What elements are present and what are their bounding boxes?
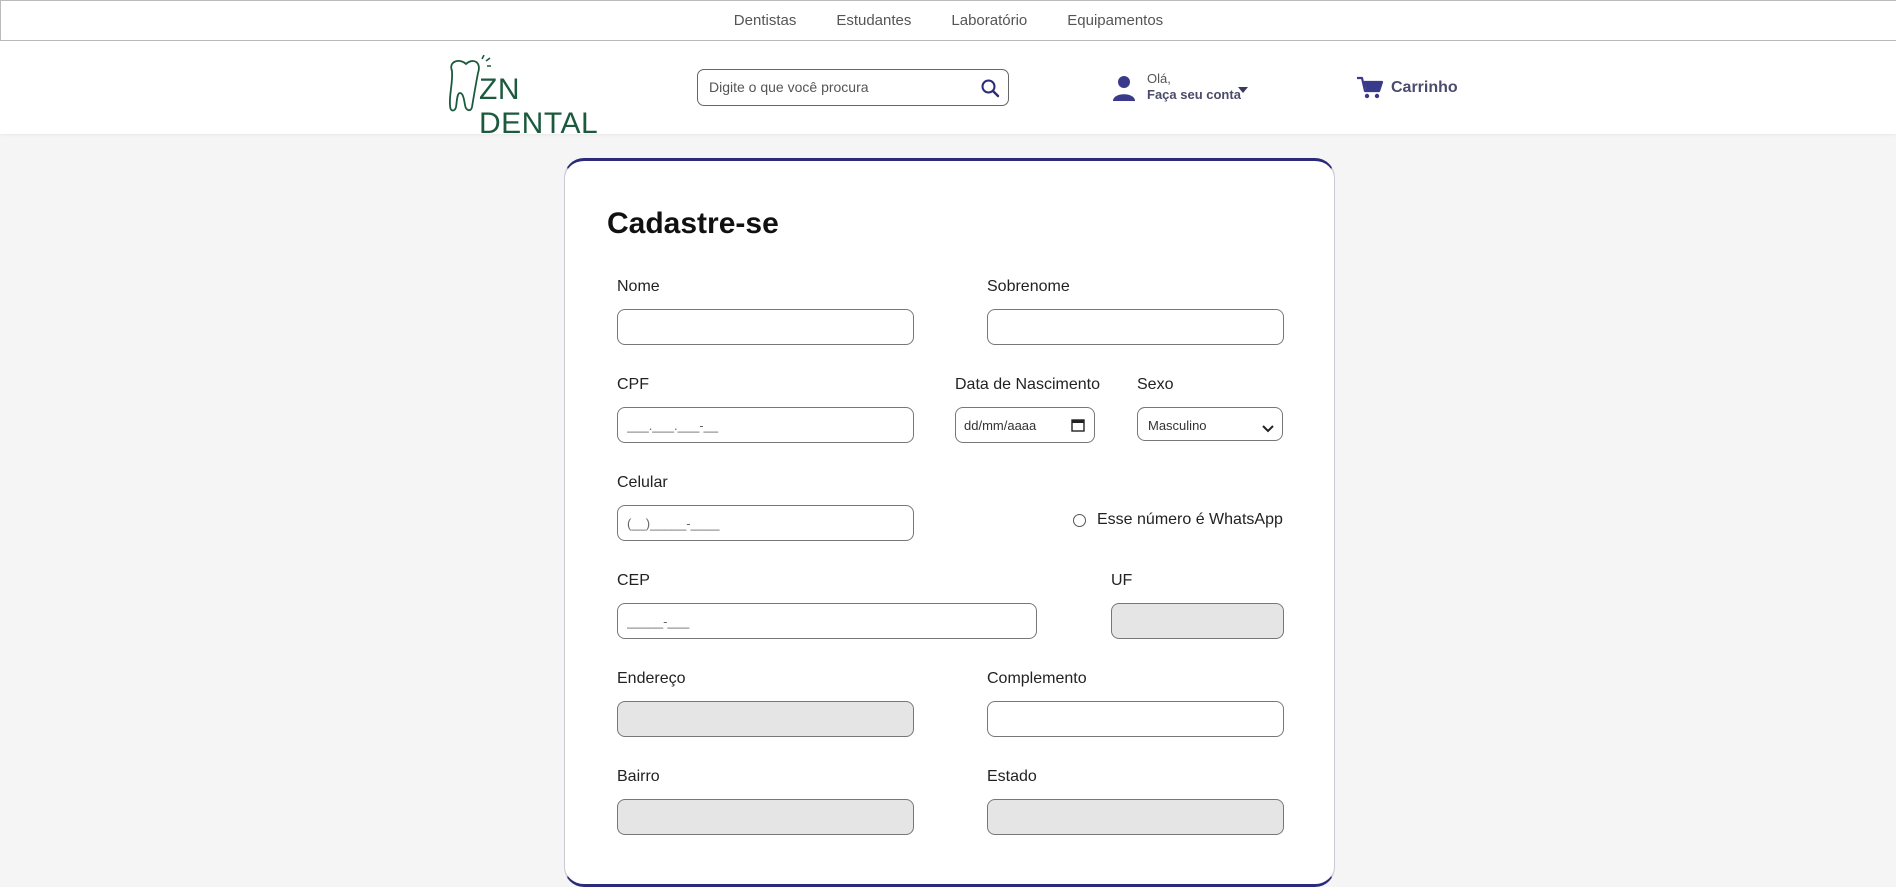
nascimento-label: Data de Nascimento: [955, 376, 1100, 393]
calendar-icon[interactable]: [1071, 418, 1085, 437]
signup-card: Cadastre-se Nome Sobrenome CPF Data de N…: [564, 158, 1335, 887]
sobrenome-label: Sobrenome: [987, 278, 1070, 295]
nome-field[interactable]: [617, 309, 914, 345]
cep-label: CEP: [617, 572, 650, 589]
bairro-field: [617, 799, 914, 835]
estado-field: [987, 799, 1284, 835]
sobrenome-field[interactable]: [987, 309, 1284, 345]
endereco-field: [617, 701, 914, 737]
sexo-value: Masculino: [1148, 418, 1207, 433]
chevron-down-icon: [1262, 420, 1274, 438]
uf-label: UF: [1111, 572, 1133, 589]
nascimento-placeholder: dd/mm/aaaa: [964, 418, 1037, 433]
nav-link-dentistas[interactable]: Dentistas: [734, 12, 797, 29]
search-box[interactable]: [697, 69, 1009, 106]
nav-link-estudantes[interactable]: Estudantes: [836, 12, 911, 29]
search-icon[interactable]: [980, 78, 1000, 103]
cpf-input[interactable]: [627, 418, 893, 433]
cep-input[interactable]: [627, 614, 1004, 629]
complemento-input[interactable]: [997, 712, 1263, 727]
uf-field: [1111, 603, 1284, 639]
complemento-label: Complemento: [987, 670, 1087, 687]
endereco-label: Endereço: [617, 670, 686, 687]
bairro-label: Bairro: [617, 768, 660, 785]
chevron-down-icon[interactable]: [1237, 81, 1249, 99]
complemento-field[interactable]: [987, 701, 1284, 737]
cart-label: Carrinho: [1391, 79, 1458, 96]
nav-link-laboratorio[interactable]: Laboratório: [951, 12, 1027, 29]
sobrenome-input[interactable]: [997, 320, 1263, 335]
celular-input[interactable]: [627, 516, 893, 531]
whatsapp-radio[interactable]: [1073, 514, 1086, 527]
celular-label: Celular: [617, 474, 668, 491]
sexo-select[interactable]: Masculino: [1137, 407, 1283, 441]
nav-link-equipamentos[interactable]: Equipamentos: [1067, 12, 1163, 29]
nome-input[interactable]: [627, 320, 893, 335]
cart-icon: [1356, 75, 1384, 106]
cpf-field[interactable]: [617, 407, 914, 443]
site-header: ZN DENTAL Olá, Faça seu conta Carrinho: [0, 41, 1896, 140]
sexo-label: Sexo: [1137, 376, 1174, 393]
page-title: Cadastre-se: [607, 207, 779, 240]
nascimento-field[interactable]: dd/mm/aaaa: [955, 407, 1095, 443]
top-nav: Dentistas Estudantes Laboratório Equipam…: [0, 0, 1896, 41]
cpf-label: CPF: [617, 376, 649, 393]
search-input[interactable]: [709, 79, 969, 95]
account-cta[interactable]: Faça seu conta: [1147, 87, 1241, 102]
brand-name: ZN DENTAL: [479, 73, 599, 140]
cep-field[interactable]: [617, 603, 1037, 639]
celular-field[interactable]: [617, 505, 914, 541]
nome-label: Nome: [617, 278, 660, 295]
user-icon: [1112, 75, 1136, 106]
brand-logo[interactable]: ZN DENTAL: [444, 55, 604, 140]
account-greeting: Olá,: [1147, 71, 1171, 86]
estado-label: Estado: [987, 768, 1037, 785]
whatsapp-label: Esse número é WhatsApp: [1097, 511, 1283, 528]
